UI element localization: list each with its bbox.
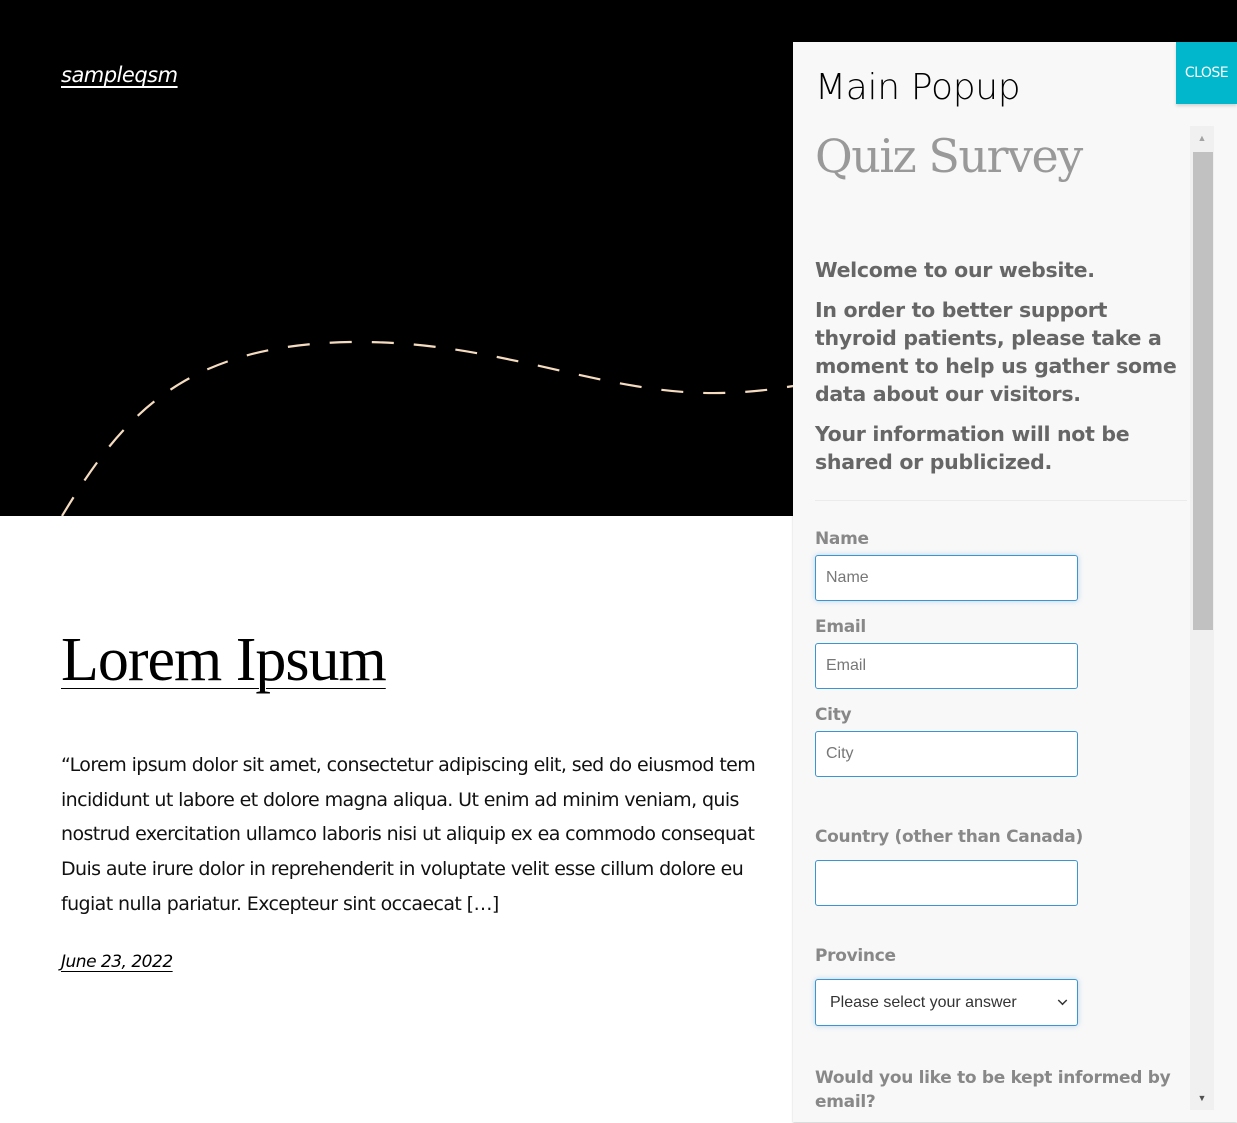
post-date-link[interactable]: June 23, 2022 bbox=[61, 952, 821, 972]
scroll-down-icon[interactable]: ▼ bbox=[1190, 1086, 1214, 1110]
chevron-down-icon bbox=[1057, 995, 1068, 1006]
email-label: Email bbox=[815, 617, 866, 637]
excerpt-line: “Lorem ipsum dolor sit amet, consectetur… bbox=[61, 754, 756, 776]
province-select[interactable]: Please select your answer bbox=[815, 979, 1078, 1026]
intro-privacy: Your information will not be shared or p… bbox=[815, 422, 1130, 474]
post-title-link[interactable]: Lorem Ipsum bbox=[61, 620, 821, 700]
popup-scrollbar[interactable]: ▲ ▼ bbox=[1190, 126, 1214, 1110]
post-excerpt: “Lorem ipsum dolor sit amet, consectetur… bbox=[61, 748, 821, 922]
quiz-title: Quiz Survey bbox=[815, 129, 1083, 183]
province-selected-value: Please select your answer bbox=[830, 993, 1017, 1011]
scrollbar-thumb[interactable] bbox=[1193, 152, 1213, 630]
popup-dialog: Main Popup CLOSE Quiz Survey Welcome to … bbox=[793, 42, 1237, 1122]
popup-scroll-area[interactable]: Quiz Survey Welcome to our website. In o… bbox=[793, 126, 1213, 1110]
section-divider bbox=[815, 500, 1187, 501]
province-label: Province bbox=[815, 946, 896, 966]
scroll-up-icon[interactable]: ▲ bbox=[1190, 126, 1214, 150]
email-opt-in-label: Would you like to be kept informed by em… bbox=[815, 1068, 1171, 1110]
excerpt-line: Duis aute irure dolor in reprehenderit i… bbox=[61, 858, 744, 881]
site-title-link[interactable]: sampleqsm bbox=[61, 63, 178, 87]
popup-title: Main Popup bbox=[815, 67, 1021, 108]
name-label: Name bbox=[815, 529, 869, 549]
name-input[interactable] bbox=[815, 555, 1078, 601]
quiz-intro: Welcome to our website. In order to bett… bbox=[815, 256, 1187, 476]
close-button[interactable]: CLOSE bbox=[1176, 42, 1237, 104]
excerpt-line: fugiat nulla pariatur. Excepteur sint oc… bbox=[61, 892, 499, 915]
city-input[interactable] bbox=[815, 731, 1078, 777]
email-input[interactable] bbox=[815, 643, 1078, 689]
country-label: Country (other than Canada) bbox=[815, 827, 1083, 847]
excerpt-line: nostrud exercitation ullamco laboris nis… bbox=[61, 823, 755, 846]
post-entry: Lorem Ipsum “Lorem ipsum dolor sit amet,… bbox=[61, 620, 821, 972]
quiz-content: Quiz Survey Welcome to our website. In o… bbox=[815, 126, 1187, 1110]
city-label: City bbox=[815, 705, 852, 725]
intro-welcome: Welcome to our website. bbox=[815, 258, 1095, 282]
country-input[interactable] bbox=[815, 860, 1078, 906]
excerpt-line: incididunt ut labore et dolore magna ali… bbox=[61, 788, 739, 811]
intro-request: In order to better support thyroid patie… bbox=[815, 298, 1177, 406]
